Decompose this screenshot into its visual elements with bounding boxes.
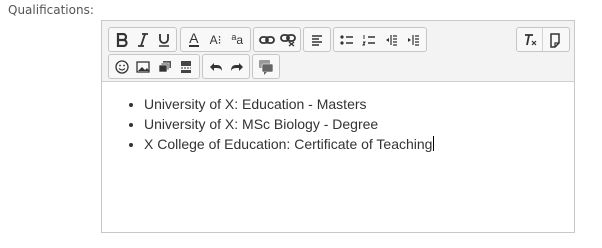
undo-button[interactable] — [205, 56, 226, 77]
align-group — [303, 27, 331, 52]
page-break-button[interactable] — [176, 56, 198, 77]
page-break-icon — [181, 60, 192, 73]
remove-format-icon — [525, 33, 537, 45]
increase-indent-button[interactable] — [402, 29, 424, 50]
decrease-indent-button[interactable] — [380, 29, 402, 50]
basic-styles-group — [108, 27, 177, 52]
redo-button[interactable] — [226, 56, 247, 77]
redo-icon — [230, 62, 243, 71]
bold-button[interactable] — [111, 29, 132, 50]
format-button[interactable]: aa — [226, 29, 248, 50]
format-icon: aa — [231, 32, 244, 47]
smiley-button[interactable] — [111, 56, 133, 77]
underline-button[interactable] — [153, 29, 174, 50]
font-group: A A⁝ aa — [180, 27, 251, 52]
paste-icon — [550, 32, 560, 48]
indent-icon — [408, 34, 419, 46]
history-group — [202, 54, 250, 79]
misc-group — [516, 27, 570, 52]
text-cursor — [433, 136, 435, 151]
numbered-list-icon — [362, 34, 375, 45]
remove-format-button[interactable] — [519, 29, 541, 50]
font-size-icon: A⁝ — [209, 32, 222, 47]
image-icon — [136, 60, 150, 73]
bold-icon — [116, 32, 128, 47]
gallery-icon — [158, 60, 171, 72]
list-item: X College of Education: Certificate of T… — [144, 134, 564, 154]
unlink-icon — [279, 33, 296, 47]
italic-icon — [137, 32, 148, 47]
bulleted-list-button[interactable] — [336, 29, 358, 50]
gallery-button[interactable] — [154, 56, 176, 77]
comment-icon — [259, 59, 274, 75]
align-left-button[interactable] — [306, 29, 328, 50]
field-label: Qualifications: — [8, 3, 94, 17]
bulleted-list-icon — [340, 34, 353, 45]
outdent-icon — [386, 34, 397, 46]
editor-toolbar: A A⁝ aa — [102, 21, 574, 82]
list-group — [333, 27, 427, 52]
link-button[interactable] — [256, 29, 277, 50]
font-size-button[interactable]: A⁝ — [205, 29, 227, 50]
toolbar-separator — [542, 28, 543, 51]
paste-button[interactable] — [544, 29, 566, 50]
link-icon — [258, 35, 275, 44]
list-item: University of X: MSc Biology - Degree — [144, 114, 564, 134]
editor-content-area[interactable]: University of X: Education - Masters Uni… — [102, 82, 574, 154]
smiley-icon — [115, 59, 129, 74]
image-button[interactable] — [133, 56, 155, 77]
undo-icon — [209, 62, 222, 71]
comment-group — [252, 54, 280, 79]
link-group — [253, 27, 301, 52]
list-item: University of X: Education - Masters — [144, 94, 564, 114]
insert-group — [108, 54, 200, 79]
comment-button[interactable] — [255, 56, 277, 77]
underline-icon — [158, 33, 169, 47]
rich-text-editor: A A⁝ aa • University of X: Education - M… — [101, 20, 575, 233]
text-color-button[interactable]: A — [183, 29, 205, 50]
text-color-icon: A — [189, 30, 199, 47]
align-left-icon — [312, 34, 322, 46]
numbered-list-button[interactable] — [358, 29, 380, 50]
unlink-button[interactable] — [277, 29, 298, 50]
italic-button[interactable] — [132, 29, 153, 50]
qualifications-list: University of X: Education - Masters Uni… — [120, 94, 564, 154]
